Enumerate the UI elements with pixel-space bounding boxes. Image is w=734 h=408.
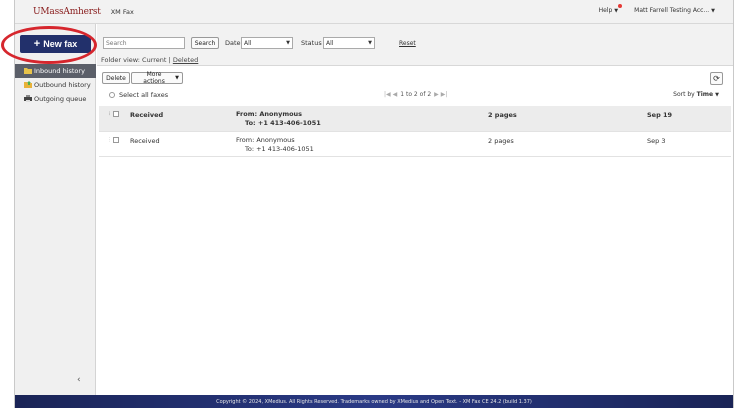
plus-icon: +: [33, 38, 41, 50]
top-bar: UMassAmherst XM Fax Help ▼ Matt Farrell T…: [15, 0, 733, 24]
main-content: Search Date All ▼ Status All ▼ Reset Fol…: [97, 24, 733, 395]
fax-date: Sep 19: [647, 111, 673, 119]
top-right-menu: Help ▼ Matt Farrell Testing Acc... ▼: [598, 4, 715, 14]
reset-link[interactable]: Reset: [399, 40, 416, 47]
fax-parties: From: Anonymous To: +1 413-406-1051: [236, 110, 321, 128]
fax-list: ⋮ Received From: Anonymous To: +1 413-40…: [99, 106, 731, 157]
drag-handle-icon: ⋮: [107, 137, 112, 143]
checkbox-icon: [113, 111, 119, 117]
new-fax-area: + New fax: [1, 24, 97, 66]
folder-view-current[interactable]: Current: [142, 56, 166, 64]
more-actions-button[interactable]: More actions ▼: [131, 71, 183, 85]
more-actions-label: More actions: [143, 71, 165, 85]
chevron-down-icon: ▼: [614, 8, 619, 14]
chevron-down-icon: ▼: [286, 40, 290, 46]
sidebar-item-label: Outbound history: [34, 81, 91, 89]
brand-logo[interactable]: UMassAmherst: [33, 7, 101, 17]
first-page-icon[interactable]: |◀: [384, 91, 391, 98]
app-name: XM Fax: [110, 7, 134, 16]
fax-pages: 2 pages: [488, 137, 514, 145]
fax-direction: Received: [130, 137, 160, 145]
prev-page-icon[interactable]: ◀: [393, 91, 398, 98]
copyright-text: Copyright © 2024, XMedius. All Rights Re…: [216, 398, 532, 405]
notification-dot-icon: [618, 4, 623, 8]
app-frame: UMassAmherst XM Fax Help ▼ Matt Farrell T…: [1, 0, 734, 408]
sort-field: Time: [696, 91, 714, 98]
row-checkbox[interactable]: ⋮: [107, 137, 123, 143]
fax-from: From: Anonymous: [236, 110, 303, 118]
footer: Copyright © 2024, XMedius. All Rights Re…: [15, 395, 733, 408]
pager-text: 1 to 2 of 2: [400, 91, 432, 98]
drag-handle-icon: ⋮: [107, 111, 112, 117]
sidebar-item-outbound-history[interactable]: Outbound history: [15, 78, 96, 92]
date-filter-value: All: [244, 39, 252, 47]
last-page-icon[interactable]: ▶|: [441, 91, 448, 98]
chevron-down-icon: ▼: [711, 8, 715, 14]
outbox-folder-icon: [24, 81, 32, 88]
sidebar-item-label: Outgoing queue: [34, 95, 87, 103]
search-button[interactable]: Search: [191, 37, 219, 49]
pagination: |◀ ◀ 1 to 2 of 2 ▶ ▶|: [383, 91, 448, 98]
action-toolbar: Delete More actions ▼ ⟳ Select all faxes …: [97, 70, 733, 104]
fax-from: From: Anonymous: [236, 136, 295, 144]
next-page-icon[interactable]: ▶: [434, 91, 439, 98]
status-filter-value: All: [326, 39, 334, 47]
help-label: Help: [598, 7, 613, 14]
search-input[interactable]: [103, 37, 185, 49]
new-fax-label: New fax: [43, 39, 78, 49]
fax-parties: From: Anonymous To: +1 413-406-1051: [236, 136, 314, 154]
folder-view-label: Folder view:: [101, 56, 140, 64]
chevron-down-icon: ▼: [368, 40, 372, 46]
date-filter-label: Date: [225, 39, 241, 47]
checkbox-icon: [113, 137, 119, 143]
chevron-down-icon: ▼: [175, 75, 179, 81]
fax-direction: Received: [130, 111, 164, 119]
sort-by-control[interactable]: Sort by Time ▼: [673, 91, 719, 98]
sort-by-label: Sort by: [673, 91, 695, 98]
status-filter-select[interactable]: All ▼: [323, 37, 375, 49]
table-row[interactable]: ⋮ Received From: Anonymous To: +1 413-40…: [99, 106, 731, 132]
fax-to: To: +1 413-406-1051: [245, 119, 321, 127]
checkbox-icon: [109, 92, 115, 98]
fax-pages: 2 pages: [488, 111, 517, 119]
fax-to: To: +1 413-406-1051: [245, 145, 314, 153]
sort-descending-icon: ▼: [715, 92, 719, 98]
sidebar-item-outgoing-queue[interactable]: Outgoing queue: [15, 92, 96, 106]
new-fax-button[interactable]: + New fax: [20, 35, 91, 53]
collapse-sidebar-icon[interactable]: ‹: [77, 375, 81, 385]
delete-button[interactable]: Delete: [102, 72, 130, 84]
status-filter-label: Status: [301, 39, 322, 47]
folder-view: Folder view: Current | Deleted: [101, 56, 198, 64]
user-label: Matt Farrell Testing Acc...: [634, 7, 710, 14]
folder-view-deleted-link[interactable]: Deleted: [173, 56, 198, 64]
sidebar-item-label: Inbound history: [34, 67, 85, 75]
folder-icon: [24, 67, 32, 74]
sidebar: + New fax Inbound history Outbound histo…: [1, 24, 97, 395]
row-checkbox[interactable]: ⋮: [107, 111, 123, 117]
sidebar-item-inbound-history[interactable]: Inbound history: [15, 64, 96, 78]
folder-view-separator: |: [168, 56, 171, 64]
select-all-checkbox[interactable]: Select all faxes: [109, 91, 168, 99]
user-menu[interactable]: Matt Farrell Testing Acc... ▼: [634, 7, 715, 14]
printer-queue-icon: [24, 95, 32, 102]
date-filter-select[interactable]: All ▼: [241, 37, 293, 49]
sidebar-nav: Inbound history Outbound history Outgoin…: [15, 64, 96, 106]
help-menu[interactable]: Help ▼: [598, 4, 623, 14]
refresh-icon[interactable]: ⟳: [710, 72, 723, 85]
table-row[interactable]: ⋮ Received From: Anonymous To: +1 413-40…: [99, 132, 731, 157]
filter-bar: Search Date All ▼ Status All ▼ Reset Fol…: [97, 24, 733, 66]
select-all-label: Select all faxes: [119, 91, 169, 99]
fax-date: Sep 3: [647, 137, 666, 145]
